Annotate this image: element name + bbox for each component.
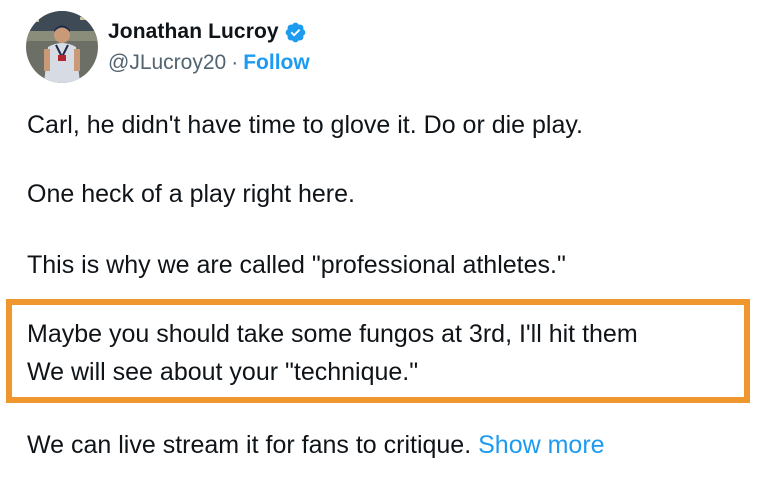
tweet-header: Jonathan Lucroy @JLucroy20 · Follow — [26, 10, 310, 84]
verified-badge-icon — [284, 21, 307, 44]
tweet-line-1: Carl, he didn't have time to glove it. D… — [27, 111, 583, 139]
separator-dot: · — [231, 51, 239, 74]
tweet-line-4: Maybe you should take some fungos at 3rd… — [27, 320, 638, 348]
avatar[interactable] — [26, 11, 98, 83]
avatar-image — [26, 11, 98, 83]
tweet-line-6: We can live stream it for fans to critiq… — [27, 428, 605, 462]
name-row: Jonathan Lucroy — [108, 16, 310, 48]
follow-button[interactable]: Follow — [243, 51, 310, 75]
show-more-link[interactable]: Show more — [478, 431, 604, 459]
author-display-name[interactable]: Jonathan Lucroy — [108, 20, 279, 44]
author-handle[interactable]: @JLucroy20 — [108, 51, 226, 75]
tweet-line-2: One heck of a play right here. — [27, 180, 355, 208]
author-block: Jonathan Lucroy @JLucroy20 · Follow — [108, 16, 310, 78]
tweet-line-6-text: We can live stream it for fans to critiq… — [27, 431, 472, 459]
handle-row: @JLucroy20 · Follow — [108, 48, 310, 78]
tweet-line-3: This is why we are called "professional … — [27, 251, 566, 279]
tweet-line-5: We will see about your "technique." — [27, 358, 419, 386]
